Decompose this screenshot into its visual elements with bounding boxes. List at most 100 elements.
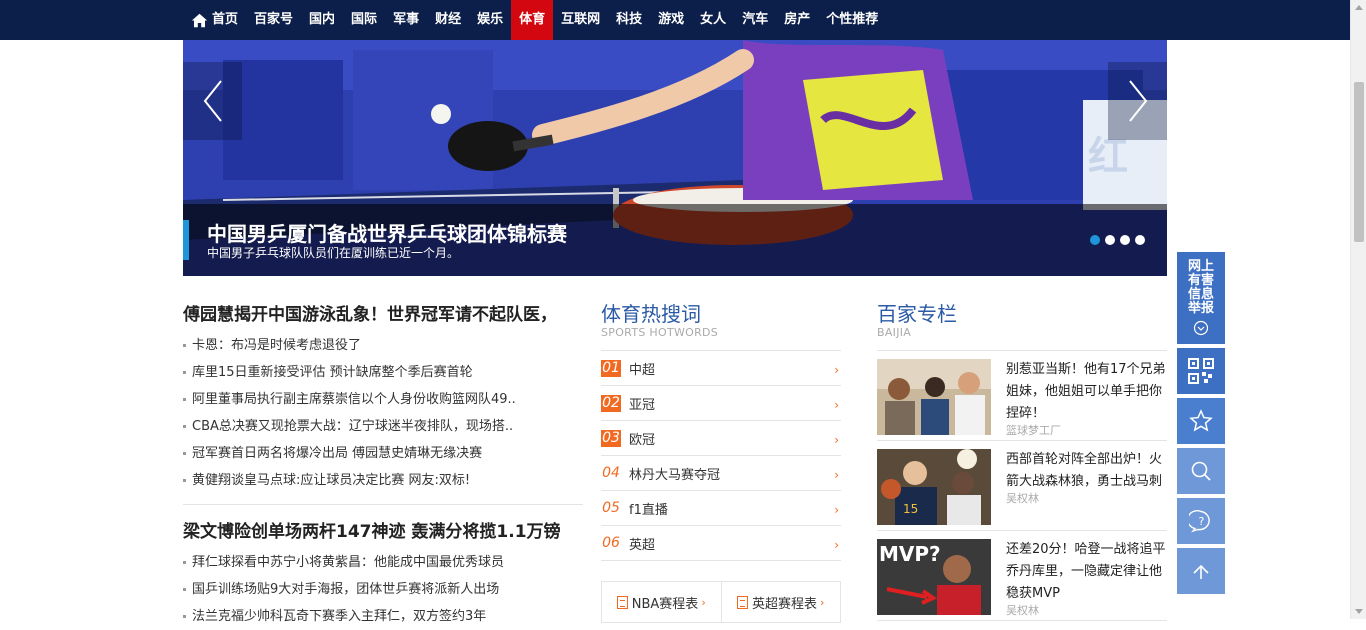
nav-item-games[interactable]: 游戏 bbox=[650, 0, 692, 40]
hotword-label: f1直播 bbox=[629, 502, 668, 518]
baijia-item[interactable]: MVP? 还差20分！哈登一战将追平乔丹库里，一隐藏定律让他稳获MVP 吴权林 bbox=[877, 531, 1167, 621]
premier-league-schedule-button[interactable]: 英超赛程表 › bbox=[720, 582, 841, 622]
nav-label: 房产 bbox=[784, 12, 811, 27]
page-scrollbar[interactable] bbox=[1350, 0, 1366, 619]
news-column: 傅园慧揭开中国游泳乱象！世界冠军请不起队医， 卡恩：布冯是时候考虑退役了 库里1… bbox=[183, 300, 583, 630]
baijia-thumbnail[interactable]: MVP? bbox=[877, 539, 991, 615]
news-item[interactable]: 黄健翔谈皇马点球:应让球员决定比赛 网友:双标! bbox=[183, 467, 583, 494]
thumbnail-image: 15 bbox=[877, 449, 991, 525]
chevron-right-icon: › bbox=[834, 503, 839, 517]
hotwords-title: 体育热搜词 bbox=[601, 302, 701, 326]
baijia-list: 别惹亚当斯！他有17个兄弟姐妹，他姐姐可以单手把你捏碎！ 篮球梦工厂 15 西部… bbox=[877, 350, 1167, 621]
baijia-item-author[interactable]: 吴权林 bbox=[1006, 493, 1166, 505]
hotwords-subtitle: SPORTS HOTWORDS bbox=[601, 326, 719, 339]
chevron-down-circle-icon bbox=[1193, 320, 1209, 336]
nav-item-women[interactable]: 女人 bbox=[692, 0, 734, 40]
nav-item-baijiahao[interactable]: 百家号 bbox=[246, 0, 301, 40]
nav-item-finance[interactable]: 财经 bbox=[427, 0, 469, 40]
hotword-item[interactable]: 05 f1直播 › bbox=[601, 491, 841, 526]
headline-1[interactable]: 傅园慧揭开中国游泳乱象！世界冠军请不起队医， bbox=[183, 300, 583, 330]
nav-label: 军事 bbox=[393, 12, 420, 27]
back-to-top-button[interactable] bbox=[1177, 548, 1225, 594]
report-label: 网上有害信息举报 bbox=[1187, 259, 1214, 316]
sports-hotwords: 体育热搜词 SPORTS HOTWORDS 01 中超 › 02 亚冠 › 03… bbox=[601, 302, 841, 623]
news-item[interactable]: 阿里董事局执行副主席蔡崇信以个人身份收购篮网队49.. bbox=[183, 386, 583, 413]
hotword-rank: 02 bbox=[601, 394, 621, 412]
carousel-prev-button[interactable] bbox=[183, 62, 242, 140]
hotword-item[interactable]: 04 林丹大马赛夺冠 › bbox=[601, 456, 841, 491]
hotword-rank: 05 bbox=[602, 499, 620, 516]
baijia-item-author[interactable]: 篮球梦工厂 bbox=[1006, 425, 1166, 437]
nav-label: 财经 bbox=[435, 12, 462, 27]
news-item[interactable]: 冠军赛首日两名将爆冷出局 傅园慧史婧琳无缘决赛 bbox=[183, 440, 583, 467]
scroll-down-arrow-icon[interactable] bbox=[1355, 609, 1363, 614]
qr-code-icon bbox=[1188, 358, 1214, 384]
carousel-dot-3[interactable] bbox=[1120, 235, 1130, 245]
nav-label: 国内 bbox=[309, 12, 336, 27]
thumbnail-text: MVP? bbox=[879, 542, 941, 566]
hotword-label: 中超 bbox=[629, 362, 656, 378]
nav-label: 娱乐 bbox=[477, 12, 504, 27]
photo-carousel[interactable]: 红 中国男乒厦门备战世界乒乓球团体锦标赛 中国男子乒乓球队队员们在厦训练已近一个… bbox=[183, 40, 1167, 276]
news-list-2: 拜仁球探看中苏宁小将黄紫昌：他能成中国最优秀球员 国乒训练场贴9大对手海报，团体… bbox=[183, 549, 583, 630]
favorite-button[interactable] bbox=[1177, 398, 1225, 444]
carousel-dot-2[interactable] bbox=[1105, 235, 1115, 245]
nav-item-realestate[interactable]: 房产 bbox=[776, 0, 818, 40]
baijia-item-title[interactable]: 别惹亚当斯！他有17个兄弟姐妹，他姐姐可以单手把你捏碎！ bbox=[1006, 359, 1166, 425]
nav-item-internet[interactable]: 互联网 bbox=[553, 0, 608, 40]
headline-2[interactable]: 梁文博险创单场两杆147神迹 轰满分将揽1.1万镑 bbox=[183, 517, 583, 547]
carousel-caption[interactable]: 中国男乒厦门备战世界乒乓球团体锦标赛 中国男子乒乓球队队员们在厦训练已近一个月。 bbox=[183, 204, 1167, 276]
news-item[interactable]: CBA总决赛又现抢票大战：辽宁球迷半夜排队，现场搭.. bbox=[183, 413, 583, 440]
news-item[interactable]: 法兰克福少帅科瓦奇下赛季入主拜仁，双方签约3年 bbox=[183, 603, 583, 630]
hotword-rank: 01 bbox=[601, 359, 621, 377]
nav-item-home[interactable]: 首页 bbox=[183, 0, 246, 40]
baijia-thumbnail[interactable]: 15 bbox=[877, 449, 991, 525]
hotword-item[interactable]: 06 英超 › bbox=[601, 526, 841, 561]
nav-item-auto[interactable]: 汽车 bbox=[734, 0, 776, 40]
nav-item-tech[interactable]: 科技 bbox=[608, 0, 650, 40]
schedule-icon bbox=[737, 595, 749, 609]
scrollbar-thumb[interactable] bbox=[1354, 82, 1364, 242]
carousel-title[interactable]: 中国男乒厦门备战世界乒乓球团体锦标赛 bbox=[207, 218, 567, 247]
baijia-item-author[interactable]: 吴权林 bbox=[1006, 605, 1166, 617]
chat-icon: ? bbox=[1189, 510, 1210, 533]
report-harmful-info-button[interactable]: 网上有害信息举报 bbox=[1177, 252, 1225, 344]
news-item[interactable]: 卡恩：布冯是时候考虑退役了 bbox=[183, 332, 583, 359]
scroll-up-arrow-icon[interactable] bbox=[1355, 5, 1363, 10]
nba-schedule-button[interactable]: NBA赛程表 › bbox=[602, 582, 721, 622]
nav-item-domestic[interactable]: 国内 bbox=[301, 0, 343, 40]
chevron-right-icon: › bbox=[820, 595, 825, 609]
top-nav: 首页 百家号 国内 国际 军事 财经 娱乐 体育 互联网 科技 游戏 女人 汽车… bbox=[0, 0, 1350, 40]
news-item[interactable]: 国乒训练场贴9大对手海报，团体世乒赛将派新人出场 bbox=[183, 576, 583, 603]
nav-item-entertainment[interactable]: 娱乐 bbox=[469, 0, 511, 40]
carousel-dot-1[interactable] bbox=[1090, 235, 1100, 245]
back-to-top-icon bbox=[1193, 564, 1209, 579]
baijia-item-title[interactable]: 西部首轮对阵全部出炉！火箭大战森林狼，勇士战马刺 bbox=[1006, 449, 1166, 493]
news-item[interactable]: 拜仁球探看中苏宁小将黄紫昌：他能成中国最优秀球员 bbox=[183, 549, 583, 576]
hotword-item[interactable]: 03 欧冠 › bbox=[601, 421, 841, 456]
hotword-item[interactable]: 02 亚冠 › bbox=[601, 386, 841, 421]
hotword-rank: 06 bbox=[602, 534, 620, 551]
search-button[interactable] bbox=[1177, 448, 1225, 494]
divider bbox=[183, 504, 583, 505]
thumbnail-image bbox=[877, 359, 991, 435]
baijia-title: 百家专栏 bbox=[877, 302, 957, 326]
schedule-links: NBA赛程表 › 英超赛程表 › bbox=[601, 581, 841, 623]
baijia-item[interactable]: 15 西部首轮对阵全部出炉！火箭大战森林狼，勇士战马刺 吴权林 bbox=[877, 441, 1167, 531]
search-icon bbox=[1191, 461, 1211, 481]
hotword-label: 欧冠 bbox=[629, 432, 656, 448]
nav-item-international[interactable]: 国际 bbox=[343, 0, 385, 40]
carousel-next-button[interactable] bbox=[1108, 62, 1167, 140]
hotword-item[interactable]: 01 中超 › bbox=[601, 351, 841, 386]
carousel-dot-4[interactable] bbox=[1135, 235, 1145, 245]
news-item[interactable]: 库里15日重新接受评估 预计缺席整个季后赛首轮 bbox=[183, 359, 583, 386]
baijia-item[interactable]: 别惹亚当斯！他有17个兄弟姐妹，他姐姐可以单手把你捏碎！ 篮球梦工厂 bbox=[877, 351, 1167, 441]
nav-item-sports[interactable]: 体育 bbox=[511, 0, 554, 40]
baijia-item-title[interactable]: 还差20分！哈登一战将追平乔丹库里，一隐藏定律让他稳获MVP bbox=[1006, 539, 1166, 605]
nav-item-personalized[interactable]: 个性推荐 bbox=[818, 0, 886, 40]
nav-items: 首页 百家号 国内 国际 军事 财经 娱乐 体育 互联网 科技 游戏 女人 汽车… bbox=[183, 0, 886, 40]
nav-item-military[interactable]: 军事 bbox=[385, 0, 427, 40]
qr-code-button[interactable] bbox=[1177, 348, 1225, 394]
feedback-button[interactable]: ? bbox=[1177, 498, 1225, 544]
baijia-thumbnail[interactable] bbox=[877, 359, 991, 435]
